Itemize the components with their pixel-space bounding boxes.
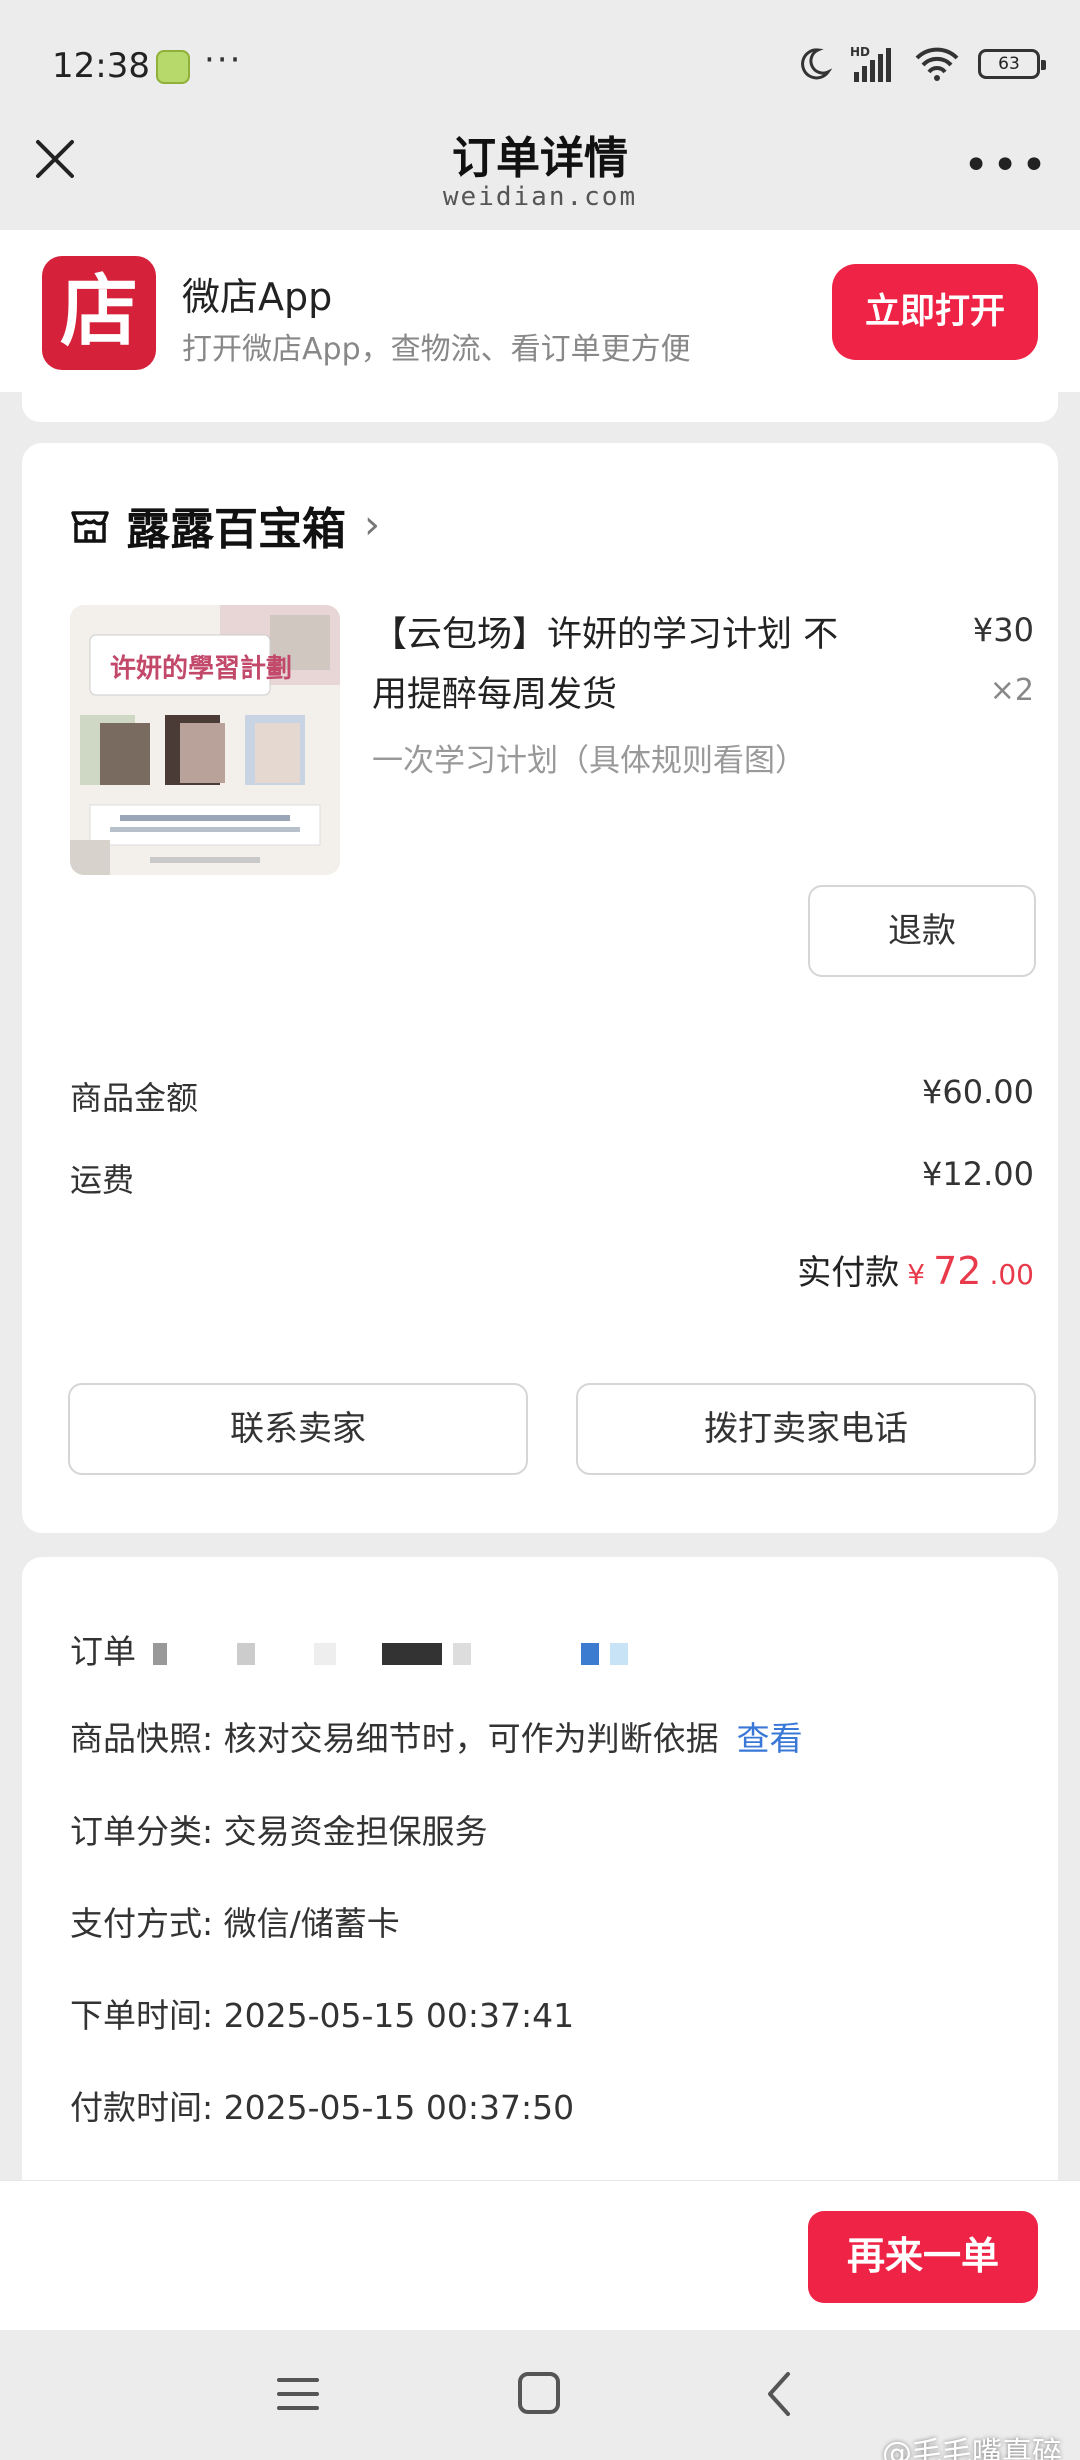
- order-number-label: 订单: [70, 1632, 136, 1671]
- previous-card-edge: [22, 392, 1058, 422]
- signal-icon: HD: [850, 45, 891, 82]
- product-title[interactable]: 【云包场】许妍的学习计划 不用提醉每周发货: [372, 605, 872, 725]
- recent-apps-icon[interactable]: [276, 2374, 320, 2414]
- notification-app-icon: [156, 50, 190, 84]
- watermark: @毛毛嘴真碎: [882, 2436, 1062, 2460]
- nav-bar: 订单详情 weidian.com •••: [0, 110, 1080, 230]
- product-image-caption: 许妍的學習計劃: [110, 653, 292, 684]
- moon-icon: [801, 48, 832, 80]
- goods-amount-value: ¥60.00: [922, 1073, 1034, 1111]
- app-name: 微店App: [182, 275, 333, 319]
- reorder-button[interactable]: 再来一单: [808, 2211, 1038, 2303]
- pay-time: 付款时间: 2025-05-15 00:37:50: [70, 2088, 575, 2127]
- shipping-label: 运费: [70, 1161, 135, 1199]
- snapshot-row: 商品快照: 核对交易细节时，可作为判断依据 查看: [70, 1712, 803, 1760]
- back-icon[interactable]: [760, 2370, 800, 2418]
- weidian-logo: 店: [42, 256, 156, 370]
- shop-name: 露露百宝箱: [126, 504, 346, 555]
- app-download-banner: 店 微店App 打开微店App，查物流、看订单更方便 立即打开: [0, 230, 1080, 392]
- shop-icon: [71, 511, 109, 543]
- product-quantity: ×2: [989, 673, 1034, 708]
- more-notifications-icon: ···: [204, 40, 243, 80]
- goods-amount-row: 商品金额 ¥60.00: [70, 1073, 1034, 1119]
- paid-amount-row: 实付款 ¥72.00: [797, 1245, 1034, 1294]
- svg-text:HD: HD: [850, 45, 870, 59]
- bottom-action-bar: 再来一单: [0, 2180, 1080, 2330]
- order-number-redacted: [147, 1632, 628, 1671]
- order-category: 订单分类: 交易资金担保服务: [70, 1812, 488, 1851]
- status-icons: HD 63: [796, 44, 1046, 84]
- paid-decimal: .00: [989, 1258, 1034, 1291]
- more-menu-icon[interactable]: •••: [963, 140, 1050, 191]
- product-spec: 一次学习计划（具体规则看图）: [372, 743, 806, 779]
- battery-icon: 63: [978, 49, 1046, 79]
- wifi-icon: [915, 47, 959, 81]
- refund-button[interactable]: 退款: [808, 885, 1036, 977]
- order-product-card: 露露百宝箱 › 许妍的學習計劃 【云包场】许妍的学习计划 不用提醉每周发货 ¥3…: [22, 443, 1058, 1533]
- snapshot-text: 商品快照: 核对交易细节时，可作为判断依据: [70, 1719, 719, 1758]
- chevron-right-icon: ›: [364, 502, 380, 548]
- payment-method: 支付方式: 微信/储蓄卡: [70, 1904, 400, 1943]
- status-time: 12:38: [52, 46, 150, 86]
- view-snapshot-link[interactable]: 查看: [737, 1719, 803, 1758]
- open-app-button[interactable]: 立即打开: [832, 264, 1038, 360]
- contact-seller-button[interactable]: 联系卖家: [68, 1383, 528, 1475]
- shop-header[interactable]: 露露百宝箱 ›: [68, 493, 380, 557]
- call-seller-button[interactable]: 拨打卖家电话: [576, 1383, 1036, 1475]
- page-title: 订单详情: [452, 133, 628, 184]
- order-time: 下单时间: 2025-05-15 00:37:41: [70, 1996, 575, 2035]
- page-domain: weidian.com: [442, 182, 638, 212]
- paid-label: 实付款: [797, 1253, 900, 1293]
- shipping-row: 运费 ¥12.00: [70, 1155, 1034, 1201]
- product-image[interactable]: 许妍的學習計劃: [70, 605, 340, 875]
- shipping-value: ¥12.00: [922, 1155, 1034, 1193]
- app-description: 打开微店App，查物流、看订单更方便: [182, 332, 691, 367]
- paid-integer: 72: [933, 1249, 982, 1293]
- product-thumbnail: 许妍的學習計劃: [70, 605, 340, 875]
- paid-currency: ¥: [907, 1258, 926, 1291]
- home-icon[interactable]: [518, 2372, 560, 2414]
- order-number-row: 订单: [70, 1625, 628, 1673]
- goods-amount-label: 商品金额: [70, 1079, 199, 1117]
- product-price: ¥30: [972, 611, 1034, 649]
